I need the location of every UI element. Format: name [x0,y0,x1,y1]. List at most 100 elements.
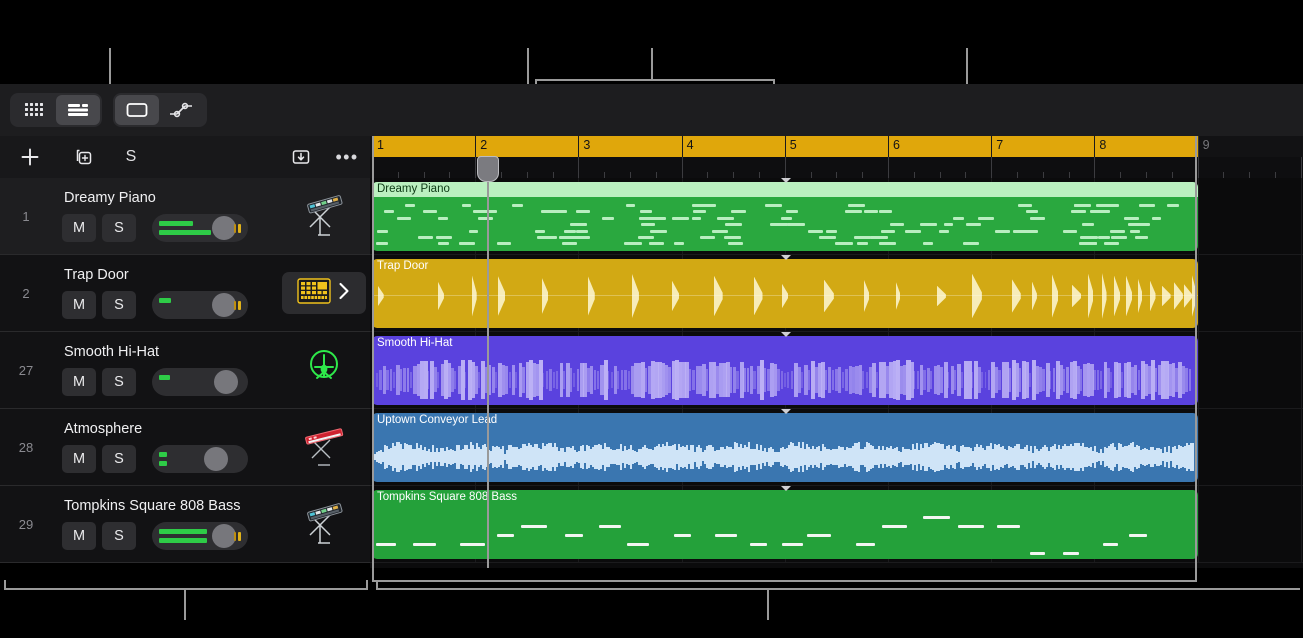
level-meter-right [159,230,211,235]
waveform-peak [981,372,984,388]
track-lane[interactable]: Uptown Conveyor Lead [370,409,1303,486]
bar-ruler[interactable]: 1 2 3 4 5 6 7 8 9 [370,136,1303,157]
volume-knob[interactable] [214,370,238,394]
instrument-slot[interactable] [278,332,370,408]
volume-fader[interactable] [152,291,248,319]
mute-button[interactable]: M [62,445,96,473]
waveform-peak [807,370,811,390]
region-view-icon[interactable] [115,95,159,125]
solo-button[interactable]: S [102,214,136,242]
track-lane[interactable]: Trap Door [370,255,1303,332]
region[interactable]: Trap Door [372,259,1198,328]
add-track-button[interactable] [0,136,60,178]
volume-knob[interactable] [212,524,236,548]
sub-ruler[interactable] [370,157,1303,178]
instrument-slot[interactable] [278,255,370,331]
midi-note [648,242,665,246]
midi-note [624,242,642,246]
track-lane[interactable]: Smooth Hi-Hat [370,332,1303,409]
grid-line [1300,486,1302,562]
bar-number: 2 [480,138,488,152]
playhead-handle[interactable] [477,156,499,182]
waveform-peak [437,371,440,389]
midi-note [1090,210,1102,214]
waveform-peak [1052,368,1056,392]
midi-note [1025,210,1039,214]
instrument-slot[interactable] [278,409,370,485]
chevron-right-icon[interactable] [337,281,351,306]
midi-note [958,525,984,528]
midi-note [881,229,896,233]
volume-knob[interactable] [204,447,228,471]
midi-note [807,534,831,537]
instrument-button[interactable] [282,272,366,314]
midi-note [1166,204,1180,207]
midi-note [879,210,893,214]
waveform-peak [1049,370,1052,390]
mute-button[interactable]: M [62,368,96,396]
sub-ruler-bar-line [991,157,993,178]
midi-note [855,543,876,546]
track-header[interactable]: 28 Atmosphere M S [0,409,370,486]
track-header[interactable]: 27 Smooth Hi-Hat M S [0,332,370,409]
region[interactable]: Uptown Conveyor Lead [372,413,1198,482]
midi-note [1123,216,1139,220]
region[interactable]: Tompkins Square 808 Bass [372,490,1198,559]
peak-indicator [238,301,241,310]
region-name: Tompkins Square 808 Bass [377,491,517,503]
volume-fader[interactable] [152,445,248,473]
automation-curve-icon[interactable] [159,95,203,125]
tracks-arrange-area[interactable]: 1 2 3 4 5 6 7 8 9 Dreamy Piano Trap Door Smooth Hi… [370,136,1303,568]
midi-note [473,210,488,214]
volume-fader[interactable] [152,368,248,396]
mute-button[interactable]: M [62,214,96,242]
track-header[interactable]: 29 Tompkins Square 808 Bass M S [0,486,370,563]
region-name: Uptown Conveyor Lead [377,414,498,426]
midi-note [939,229,949,233]
solo-button[interactable]: S [102,445,136,473]
volume-fader[interactable] [152,214,248,242]
volume-fader[interactable] [152,522,248,550]
waveform-peak [607,371,610,389]
volume-knob[interactable] [212,293,236,317]
browsers-grid-icon[interactable] [12,95,56,125]
track-name[interactable]: Trap Door [64,267,129,283]
midi-note [997,525,1021,528]
midi-note [626,204,636,207]
solo-button[interactable]: S [102,522,136,550]
volume-knob[interactable] [212,216,236,240]
track-name[interactable]: Dreamy Piano [64,190,156,206]
import-button[interactable] [278,136,324,178]
track-lane[interactable]: Tompkins Square 808 Bass [370,486,1303,563]
solo-all-button[interactable]: S [108,136,154,178]
waveform-peak [433,367,437,393]
track-lane[interactable]: Dreamy Piano [370,178,1303,255]
track-header[interactable]: 2 Trap Door M S [0,255,370,332]
track-header[interactable]: 1 Dreamy Piano M S [0,178,370,255]
mute-button[interactable]: M [62,522,96,550]
midi-note [876,236,888,239]
tracks-list-icon[interactable] [56,95,100,125]
playhead-line[interactable] [487,157,489,568]
track-number: 27 [18,362,34,378]
waveform-peak [930,370,933,390]
instrument-slot[interactable] [278,486,370,562]
peak-indicator-secondary [234,224,236,233]
instrument-slot[interactable] [278,178,370,254]
solo-button[interactable]: S [102,291,136,319]
bar-number: 4 [686,138,694,152]
region-lanes[interactable]: Dreamy Piano Trap Door Smooth Hi-Hat Uptown… [370,178,1303,568]
solo-button[interactable]: S [102,368,136,396]
midi-note [468,229,479,233]
track-list-more-button[interactable]: ••• [324,136,370,178]
track-name[interactable]: Tompkins Square 808 Bass [64,498,241,514]
region[interactable]: Smooth Hi-Hat [372,336,1198,405]
duplicate-tracks-button[interactable] [60,136,108,178]
track-name[interactable]: Smooth Hi-Hat [64,344,159,360]
region[interactable]: Dreamy Piano [372,182,1198,251]
track-name[interactable]: Atmosphere [64,421,142,437]
callout-line-arrange-stem [767,588,769,620]
midi-note [715,534,737,537]
midi-note [1138,204,1155,207]
mute-button[interactable]: M [62,291,96,319]
